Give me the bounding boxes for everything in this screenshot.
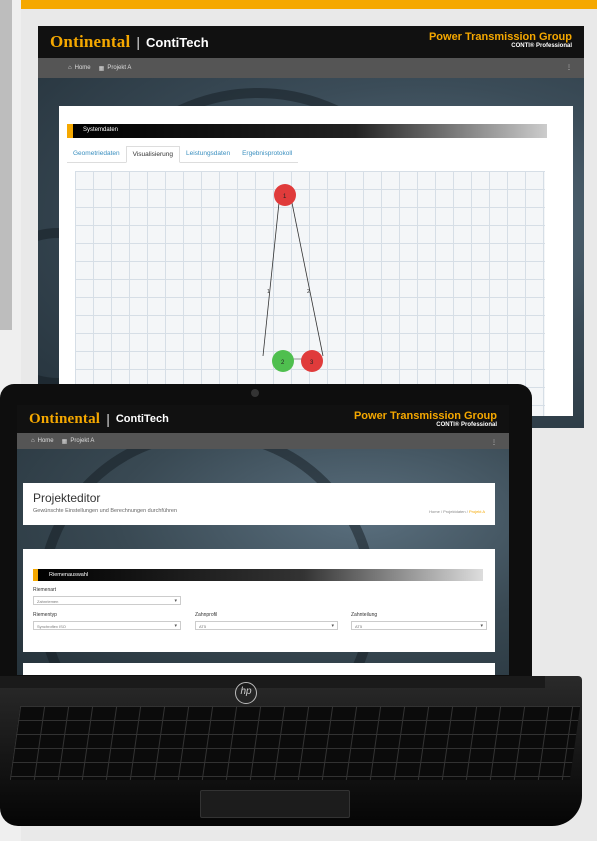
logo-separator: |: [136, 34, 141, 50]
section-header: Systemdaten: [67, 124, 547, 138]
field-label-zahnteilung: Zahnteilung: [351, 612, 378, 618]
nav-home-label: Home: [74, 65, 91, 71]
next-section-card: [23, 663, 495, 675]
nav-menu-icon[interactable]: ⋮: [491, 439, 497, 446]
laptop-hinge: [0, 676, 545, 688]
group-branding: Power Transmission Group CONTI® Professi…: [429, 31, 572, 49]
tab-performance[interactable]: Leistungsdaten: [179, 146, 237, 163]
tab-geometry[interactable]: Geometriedaten: [67, 146, 126, 163]
nav-home[interactable]: ⌂ Home: [68, 65, 91, 71]
group-branding: Power Transmission Group CONTI® Professi…: [354, 410, 497, 428]
section-title: Riemenauswahl: [49, 572, 89, 578]
tab-visualization[interactable]: Visualisierung: [125, 146, 180, 163]
field-label-zahnprofil: Zahnprofil: [195, 612, 218, 618]
nav-menu-icon[interactable]: ⋮: [566, 64, 572, 71]
top-nav: ⌂ Home ▦ Projekt A ⋮: [38, 58, 584, 78]
webcam-icon: [251, 389, 259, 397]
contitech-brand: ContiTech: [146, 34, 209, 50]
touchpad: [200, 790, 350, 818]
breadcrumb-current: Projekt A: [468, 509, 485, 514]
hp-logo-icon: hp: [235, 682, 257, 704]
contitech-brand: ContiTech: [115, 413, 169, 425]
section-title: Systemdaten: [83, 127, 119, 133]
app-header: Ontinental | ContiTech Power Transmissio…: [17, 405, 509, 433]
section-accent: [67, 124, 73, 138]
tab-result-log[interactable]: Ergebnisprotokoll: [236, 146, 299, 163]
riemenart-select[interactable]: Zahnriemen: [33, 596, 181, 605]
continental-logo[interactable]: Ontinental: [50, 32, 130, 52]
accent-top-bar: [21, 0, 597, 9]
grid-icon: ▦: [98, 65, 105, 72]
background-app-window: Ontinental | ContiTech Power Transmissio…: [38, 26, 584, 428]
belt-span-right: [289, 192, 324, 357]
app-header: Ontinental | ContiTech Power Transmissio…: [38, 26, 584, 58]
nav-project[interactable]: ▦ Projekt A: [62, 438, 95, 445]
riementyp-select[interactable]: Synchroflex ISO: [33, 621, 181, 630]
zahnprofil-select[interactable]: AT5: [195, 621, 338, 630]
nav-project[interactable]: ▦ Projekt A: [99, 65, 132, 72]
tab-bar: Geometriedaten Visualisierung Leistungsd…: [67, 146, 299, 163]
nav-home-label: Home: [37, 438, 54, 444]
project-editor-card: Projekteditor Gewünschte Einstellungen u…: [23, 483, 495, 525]
system-data-card: Systemdaten Geometriedaten Visualisierun…: [59, 106, 573, 416]
nav-project-label: Projekt A: [107, 65, 132, 71]
section-accent: [33, 569, 38, 581]
group-subtitle: CONTI® Professional: [436, 422, 497, 428]
breadcrumb-projektdaten[interactable]: Projektdaten: [443, 509, 465, 514]
grid-icon: ▦: [61, 438, 68, 445]
left-grey-strip: [0, 0, 12, 330]
breadcrumb-home[interactable]: Home: [429, 509, 440, 514]
field-label-riemenart: Riemenart: [33, 587, 57, 593]
belt-span-left: [262, 192, 281, 357]
home-icon: ⌂: [31, 438, 35, 444]
continental-logo[interactable]: Ontinental: [29, 411, 100, 428]
home-icon: ⌂: [68, 65, 72, 71]
belt-selection-card: Riemenauswahl Riemenart Zahnriemen Rieme…: [23, 549, 495, 652]
page-title: Projekteditor: [33, 491, 101, 505]
belt-label: 2: [307, 289, 310, 295]
visualization-canvas[interactable]: 1 2 1 2 3: [75, 171, 545, 416]
group-subtitle: CONTI® Professional: [511, 43, 572, 49]
group-title: Power Transmission Group: [353, 410, 497, 422]
keyboard: [9, 706, 581, 780]
section-header: Riemenauswahl: [33, 569, 483, 581]
nav-project-label: Projekt A: [70, 438, 95, 444]
top-nav: ⌂ Home ▦ Projekt A ⋮: [17, 433, 509, 449]
belt-drive-diagram: 1 2 1 2 3: [262, 184, 324, 372]
page-subtitle: Gewünschte Einstellungen und Berechnunge…: [33, 508, 178, 514]
group-title: Power Transmission Group: [428, 31, 572, 43]
field-label-riementyp: Riementyp: [33, 612, 57, 618]
logo-separator: |: [106, 411, 110, 427]
nav-home[interactable]: ⌂ Home: [31, 438, 54, 444]
zahnteilung-select[interactable]: AT5: [351, 621, 487, 630]
laptop-app-window: Ontinental | ContiTech Power Transmissio…: [17, 405, 509, 675]
belt-label: 1: [267, 289, 270, 295]
breadcrumb: Home / Projektdaten / Projekt A: [429, 509, 485, 514]
